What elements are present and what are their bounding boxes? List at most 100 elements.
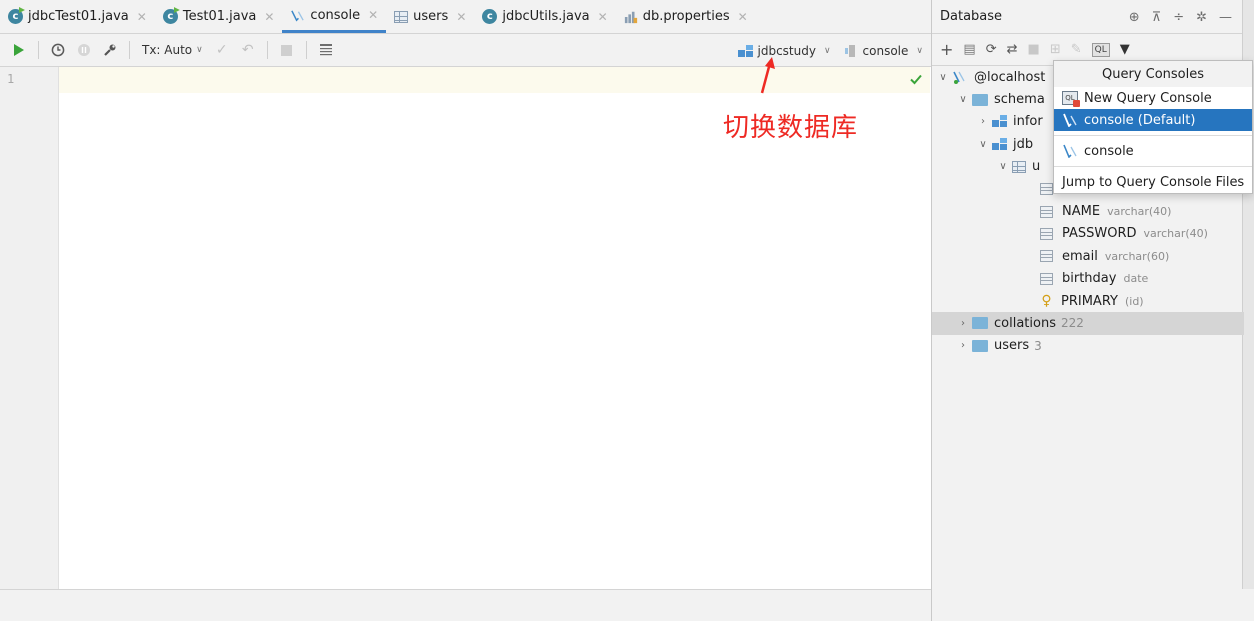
refresh-icon[interactable]: ⟳	[986, 42, 997, 57]
menu-item-label: New Query Console	[1084, 90, 1212, 106]
history-icon[interactable]	[47, 39, 69, 61]
tx-mode-dropdown[interactable]: Tx: Auto ∨	[138, 39, 207, 61]
console-icon	[291, 9, 305, 21]
session-label: console	[862, 43, 909, 58]
chevron-down-icon[interactable]: ∨	[936, 72, 950, 83]
key-columns: (id)	[1124, 294, 1144, 308]
tab-jdbcutils[interactable]: c jdbcUtils.java ✕	[474, 0, 615, 33]
tree-node-column[interactable]: email varchar(60)	[932, 245, 1244, 267]
chevron-right-icon[interactable]: ›	[956, 340, 970, 351]
tab-users[interactable]: users ✕	[386, 0, 474, 33]
close-icon[interactable]: ✕	[456, 10, 466, 24]
chevron-right-icon[interactable]: ›	[956, 318, 970, 329]
minimize-icon[interactable]: —	[1219, 10, 1232, 25]
jump-to-console-files-item[interactable]: Jump to Query Console Files	[1054, 171, 1252, 193]
tree-node-primary-key[interactable]: ♀ PRIMARY (id)	[932, 290, 1244, 312]
schema-icon	[992, 137, 1007, 150]
tree-label: collations	[994, 315, 1056, 331]
java-class-runnable-icon: c	[162, 9, 178, 24]
expand-all-icon[interactable]: ÷	[1173, 10, 1184, 25]
chevron-down-icon[interactable]: ∨	[976, 139, 990, 150]
gear-icon[interactable]: ✲	[1196, 10, 1207, 25]
run-icon[interactable]	[8, 39, 30, 61]
tree-label: infor	[1013, 114, 1043, 130]
session-selector[interactable]: console ∨	[844, 43, 923, 58]
query-console-icon[interactable]: QL	[1091, 42, 1110, 57]
tree-label: jdb	[1013, 136, 1034, 152]
toolbar-divider	[266, 41, 268, 59]
tab-label: console	[310, 7, 361, 23]
copy-icon[interactable]: ▤	[963, 42, 975, 57]
session-icon	[844, 44, 855, 57]
tree-node-collations[interactable]: › collations 222	[932, 312, 1244, 335]
java-class-runnable-icon: c	[8, 9, 23, 24]
tree-node-column[interactable]: NAME varchar(40)	[932, 200, 1244, 222]
rollback-icon: ↶	[241, 42, 254, 58]
stop-icon: ■	[1027, 42, 1040, 57]
toolbar-divider	[38, 41, 39, 59]
console-icon	[1063, 113, 1077, 127]
tab-label: jdbcUtils.java	[502, 9, 590, 24]
menu-divider	[1054, 166, 1252, 167]
chevron-down-icon[interactable]: ∨	[956, 94, 970, 105]
popup-title: Query Consoles	[1054, 61, 1252, 87]
column-icon	[1040, 250, 1053, 263]
folder-icon	[972, 339, 988, 352]
java-class-icon: c	[482, 9, 498, 24]
line-gutter	[0, 67, 59, 589]
tree-label: schema	[994, 92, 1045, 108]
filter-icon[interactable]: ▼	[1120, 42, 1130, 57]
tab-label: jdbcTest01.java	[28, 9, 129, 24]
console-icon	[1063, 144, 1077, 158]
tab-label: db.properties	[642, 9, 730, 24]
chevron-right-icon[interactable]: ›	[976, 116, 990, 127]
column-icon	[1040, 272, 1053, 285]
node-count: 222	[1060, 316, 1084, 331]
toolbar-divider	[305, 41, 307, 59]
sync-schema-icon[interactable]: ⇄	[1007, 42, 1018, 57]
console-toolbar: Tx: Auto ∨ ✓ ↶ jdbcstudy ∨ console ∨	[0, 34, 931, 67]
column-icon	[1040, 205, 1053, 218]
tab-test01[interactable]: c Test01.java ✕	[155, 0, 283, 33]
folder-icon	[972, 317, 988, 330]
chevron-down-icon: ∨	[823, 45, 831, 56]
column-type: date	[1123, 272, 1149, 286]
close-icon[interactable]: ✕	[368, 8, 378, 22]
chevron-down-icon: ∨	[916, 45, 923, 56]
tree-label: u	[1032, 159, 1041, 175]
column-icon	[1040, 183, 1053, 196]
column-name: PASSWORD	[1062, 226, 1137, 242]
stop-icon	[276, 39, 298, 61]
close-icon[interactable]: ✕	[598, 10, 608, 24]
tab-db-properties[interactable]: db.properties ✕	[616, 0, 756, 33]
tree-node-users[interactable]: › users 3	[932, 335, 1244, 357]
chevron-down-icon[interactable]: ∨	[996, 161, 1010, 172]
commit-icon: ✓	[215, 42, 228, 58]
table-view-icon[interactable]: ⊞	[1050, 42, 1061, 57]
console-default-item[interactable]: console (Default)	[1054, 109, 1252, 131]
results-table-icon[interactable]	[315, 39, 337, 61]
tx-mode-label: Tx: Auto	[142, 43, 193, 57]
close-icon[interactable]: ✕	[137, 10, 147, 24]
tree-node-column[interactable]: birthday date	[932, 268, 1244, 290]
console-item[interactable]: console	[1054, 140, 1252, 162]
sql-editor[interactable]: 1 切换数据库	[0, 67, 931, 589]
close-icon[interactable]: ✕	[738, 10, 748, 24]
close-icon[interactable]: ✕	[264, 10, 274, 24]
tab-console[interactable]: console ✕	[282, 0, 387, 33]
folder-icon	[972, 93, 988, 106]
check-icon	[910, 74, 922, 85]
globe-icon[interactable]: ⊕	[1129, 10, 1140, 25]
add-icon[interactable]: +	[940, 40, 953, 59]
current-line-highlight	[0, 67, 930, 93]
datasource-icon	[953, 71, 965, 85]
tab-jdbctest01[interactable]: c jdbcTest01.java ✕	[0, 0, 155, 33]
column-type: varchar(40)	[1107, 205, 1172, 219]
edit-icon[interactable]: ✎	[1071, 42, 1082, 57]
panel-title: Database	[940, 9, 1003, 24]
new-query-console-item[interactable]: QL New Query Console	[1054, 87, 1252, 109]
wrench-icon[interactable]	[99, 39, 121, 61]
pause-icon[interactable]	[73, 39, 95, 61]
collapse-all-icon[interactable]: ⊼	[1152, 10, 1162, 25]
tree-node-column[interactable]: PASSWORD varchar(40)	[932, 223, 1244, 245]
